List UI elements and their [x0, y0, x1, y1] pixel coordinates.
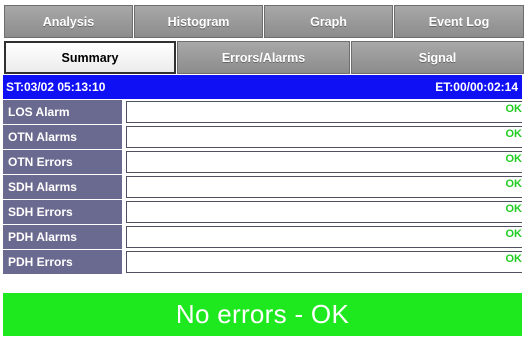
elapsed-time: ET:00/00:02:14 — [435, 80, 518, 94]
row-label: LOS Alarm — [3, 100, 122, 124]
sub-tab-bar: Summary Errors/Alarms Signal — [4, 41, 524, 74]
tab-histogram[interactable]: Histogram — [134, 5, 263, 38]
status-ok: OK — [505, 228, 523, 240]
table-row: OTN Errors OK — [3, 150, 522, 174]
status-ok: OK — [505, 178, 523, 190]
overall-status-banner: No errors - OK — [3, 293, 522, 336]
row-label: OTN Alarms — [3, 125, 122, 149]
table-row: LOS Alarm OK — [3, 100, 522, 124]
table-row: SDH Alarms OK — [3, 175, 522, 199]
row-status-cell: OK — [126, 176, 522, 198]
status-ok: OK — [505, 128, 523, 140]
row-status-cell: OK — [126, 201, 522, 223]
row-status-cell: OK — [126, 251, 522, 273]
row-status-cell: OK — [126, 101, 522, 123]
table-row: PDH Alarms OK — [3, 225, 522, 249]
status-ok: OK — [505, 253, 523, 265]
tab-errors-alarms[interactable]: Errors/Alarms — [177, 41, 350, 74]
tab-summary[interactable]: Summary — [4, 41, 176, 74]
row-label: PDH Alarms — [3, 225, 122, 249]
time-status-bar: ST:03/02 05:13:10 ET:00/00:02:14 — [3, 75, 522, 99]
start-time: ST:03/02 05:13:10 — [6, 80, 106, 94]
row-label: SDH Alarms — [3, 175, 122, 199]
row-status-cell: OK — [126, 126, 522, 148]
tab-signal[interactable]: Signal — [351, 41, 524, 74]
tab-event-log[interactable]: Event Log — [394, 5, 524, 38]
tab-graph[interactable]: Graph — [264, 5, 393, 38]
table-row: PDH Errors OK — [3, 250, 522, 274]
top-tab-bar: Analysis Histogram Graph Event Log — [4, 5, 524, 38]
status-ok: OK — [505, 203, 523, 215]
tab-analysis[interactable]: Analysis — [4, 5, 133, 38]
status-ok: OK — [505, 153, 523, 165]
row-label: OTN Errors — [3, 150, 122, 174]
table-row: OTN Alarms OK — [3, 125, 522, 149]
row-label: SDH Errors — [3, 200, 122, 224]
status-ok: OK — [505, 103, 523, 115]
table-row: SDH Errors OK — [3, 200, 522, 224]
summary-table: LOS Alarm OK OTN Alarms OK OTN Errors OK… — [3, 100, 522, 275]
row-label: PDH Errors — [3, 250, 122, 274]
row-status-cell: OK — [126, 226, 522, 248]
row-status-cell: OK — [126, 151, 522, 173]
